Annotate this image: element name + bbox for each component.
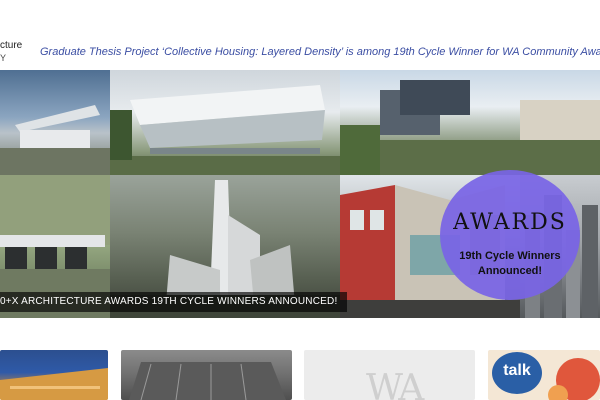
hero-collage[interactable]: AWARDS 19th Cycle Winners Announced! 0+X… [0,70,600,318]
article-card[interactable] [121,350,292,400]
awards-announced-text: Announced! [477,265,543,277]
logo-line-1: cture [0,40,23,51]
awards-brand-text: AWARDS [453,210,567,235]
site-header: cture Y Graduate Thesis Project ‘Collect… [0,0,600,70]
building-illustration [0,105,110,175]
pavilion-photo-tile [110,70,340,175]
housing-illustration [340,80,600,175]
awards-cycle-text: 19th Cycle Winners [459,250,561,262]
site-logo[interactable]: cture Y [0,40,22,64]
card-thumbnail-image [129,362,286,400]
awards-badge[interactable]: AWARDS 19th Cycle Winners Announced! [440,170,580,300]
article-card[interactable]: talk [488,350,600,400]
article-card[interactable]: WA [304,350,475,400]
building-photo-tile [0,70,110,175]
pavilion-illustration [110,85,340,175]
article-card[interactable] [0,350,108,400]
wa-watermark-logo: WA [366,368,424,400]
hero-caption[interactable]: 0+X ARCHITECTURE AWARDS 19TH CYCLE WINNE… [0,292,348,312]
talk-badge: talk [492,352,542,394]
housing-photo-tile [340,70,600,175]
card-thumbnail-image [0,368,108,400]
logo-line-2: Y [0,53,7,63]
news-headline-link[interactable]: Graduate Thesis Project ‘Collective Hous… [40,46,600,58]
